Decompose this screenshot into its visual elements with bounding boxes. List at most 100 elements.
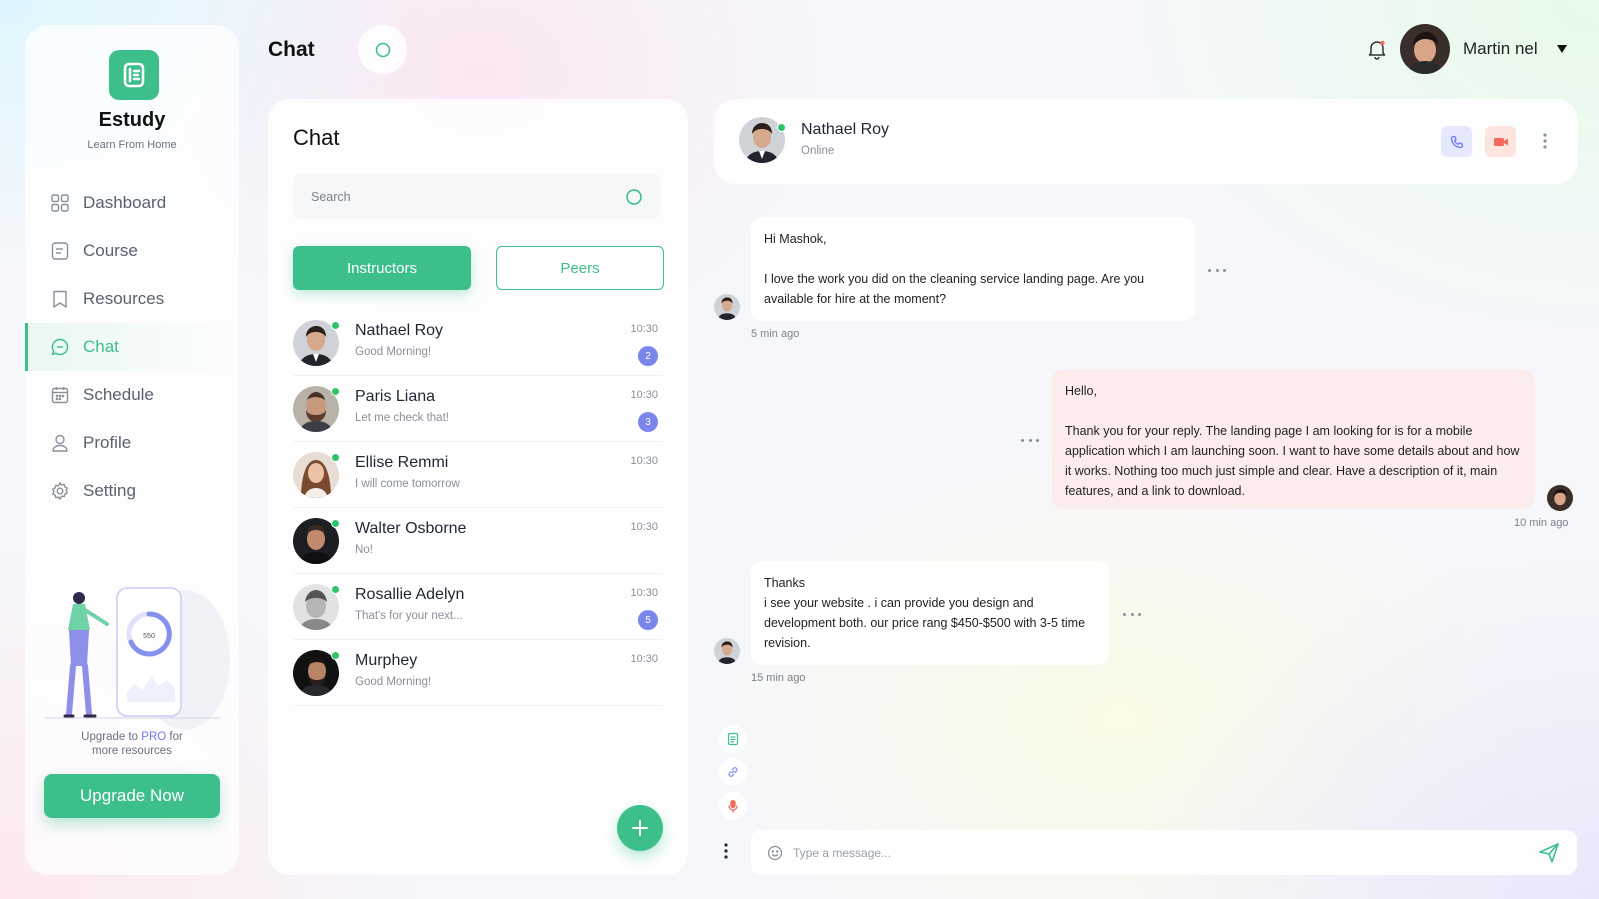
sidebar-item-label: Schedule	[83, 385, 154, 404]
message-avatar	[714, 638, 740, 664]
sidebar-item-label: Resources	[83, 289, 165, 308]
sidebar-item-dashboard[interactable]: Dashboard	[25, 179, 239, 227]
message-time: 10 min ago	[1514, 517, 1569, 529]
contact-last-message: No!	[355, 544, 373, 556]
brand-name: Estudy	[98, 109, 166, 131]
contact-last-message: Good Morning!	[355, 346, 432, 358]
message-more-button[interactable]	[1123, 611, 1141, 617]
promo-text-after: for	[166, 731, 183, 743]
online-indicator	[331, 651, 340, 660]
message-bubble-incoming: Hi Mashok, I love the work you did on th…	[751, 217, 1195, 321]
contact-name: Murphey	[355, 652, 418, 669]
plus-icon	[632, 820, 648, 836]
contact-time: 10:30	[630, 521, 658, 533]
send-button[interactable]	[1537, 841, 1561, 865]
online-indicator	[331, 321, 340, 330]
sidebar-item-label: Profile	[83, 433, 132, 452]
emoji-icon[interactable]	[767, 845, 783, 861]
promo-text-line2: more resources	[92, 745, 172, 757]
logo[interactable]	[109, 50, 159, 100]
notification-button[interactable]	[1366, 38, 1388, 60]
contact-time: 10:30	[630, 323, 658, 335]
attach-link-button[interactable]	[719, 758, 747, 786]
header-search-button[interactable]	[358, 25, 407, 74]
online-indicator	[331, 519, 340, 528]
upgrade-now-button[interactable]: Upgrade Now	[44, 774, 220, 818]
unread-badge: 2	[638, 346, 658, 366]
tab-peers[interactable]: Peers	[496, 246, 664, 290]
conversation-status: Online	[801, 145, 835, 157]
contact-time: 10:30	[630, 389, 658, 401]
more-vertical-icon	[1543, 133, 1547, 149]
message-input[interactable]	[793, 845, 1537, 860]
caret-down-icon[interactable]	[1556, 44, 1568, 54]
contact-item[interactable]: Ellise Remmi I will come tomorrow 10:30	[293, 442, 663, 508]
sidebar: Estudy Learn From Home Dashboard Course …	[25, 25, 239, 875]
search-icon	[375, 42, 390, 57]
gear-icon	[49, 480, 71, 502]
new-chat-button[interactable]	[617, 805, 663, 851]
send-icon	[1539, 842, 1559, 863]
contact-item[interactable]: Walter Osborne No! 10:30	[293, 508, 663, 574]
sidebar-item-course[interactable]: Course	[25, 227, 239, 275]
promo-pro-link[interactable]: PRO	[141, 731, 166, 743]
message-more-button[interactable]	[1021, 437, 1039, 443]
message-composer	[751, 830, 1577, 875]
sidebar-item-resources[interactable]: Resources	[25, 275, 239, 323]
contact-item[interactable]: Paris Liana Let me check that! 10:30 3	[293, 376, 663, 442]
contact-last-message: Good Morning!	[355, 676, 432, 688]
tab-instructors[interactable]: Instructors	[293, 246, 471, 290]
user-avatar-image	[1400, 24, 1450, 74]
voice-call-button[interactable]	[1441, 126, 1472, 157]
contact-item[interactable]: Murphey Good Morning! 10:30	[293, 640, 663, 706]
search-icon[interactable]	[625, 188, 643, 206]
conversation-more-button[interactable]	[1542, 130, 1548, 152]
message-text: Hello, Thank you for your reply. The lan…	[1065, 384, 1520, 498]
bookmark-icon	[49, 288, 71, 310]
contact-name: Rosallie Adelyn	[355, 586, 465, 603]
online-indicator	[777, 123, 786, 132]
sidebar-nav: Dashboard Course Resources Chat Schedule	[25, 179, 239, 515]
sidebar-item-schedule[interactable]: Schedule	[25, 371, 239, 419]
bell-icon	[1368, 40, 1386, 60]
chat-list-title: Chat	[293, 125, 340, 150]
sidebar-item-label: Chat	[83, 337, 119, 356]
sidebar-item-profile[interactable]: Profile	[25, 419, 239, 467]
chat-search	[293, 174, 661, 219]
message-bubble-outgoing: Hello, Thank you for your reply. The lan…	[1052, 369, 1535, 509]
composer-more-button[interactable]	[723, 842, 729, 860]
unread-badge: 3	[638, 412, 658, 432]
user-name[interactable]: Martin nel	[1463, 39, 1538, 59]
sidebar-item-chat[interactable]: Chat	[25, 323, 239, 371]
sidebar-item-label: Setting	[83, 481, 136, 500]
attach-file-button[interactable]	[719, 725, 747, 753]
microphone-icon	[728, 799, 738, 813]
video-call-button[interactable]	[1485, 126, 1516, 157]
chat-list-panel: Chat Instructors Peers Nathael Roy Good …	[268, 99, 688, 875]
contact-item[interactable]: Nathael Roy Good Morning! 10:30 2	[293, 310, 663, 376]
phone-icon	[1450, 135, 1463, 148]
promo-text: Upgrade to PRO for more resources	[25, 730, 239, 758]
online-indicator	[331, 585, 340, 594]
user-avatar[interactable]	[1400, 24, 1450, 74]
conversation-header: Nathael Roy Online	[714, 99, 1578, 184]
contact-item[interactable]: Rosallie Adelyn That's for your next... …	[293, 574, 663, 640]
page-title: Chat	[268, 38, 315, 61]
document-icon	[727, 732, 739, 746]
unread-badge: 5	[638, 610, 658, 630]
contact-time: 10:30	[630, 587, 658, 599]
promo-illustration-value: 550	[143, 633, 155, 640]
brand-tagline: Learn From Home	[87, 139, 177, 151]
message-text: Hi Mashok, I love the work you did on th…	[764, 232, 1145, 306]
online-indicator	[331, 453, 340, 462]
contact-last-message: Let me check that!	[355, 412, 449, 424]
sidebar-item-label: Dashboard	[83, 193, 167, 212]
message-more-button[interactable]	[1208, 267, 1226, 273]
voice-message-button[interactable]	[719, 792, 747, 820]
contact-time: 10:30	[630, 653, 658, 665]
chat-search-input[interactable]	[311, 189, 625, 204]
dashboard-icon	[49, 192, 71, 214]
course-icon	[49, 240, 71, 262]
more-vertical-icon	[724, 843, 728, 859]
sidebar-item-setting[interactable]: Setting	[25, 467, 239, 515]
